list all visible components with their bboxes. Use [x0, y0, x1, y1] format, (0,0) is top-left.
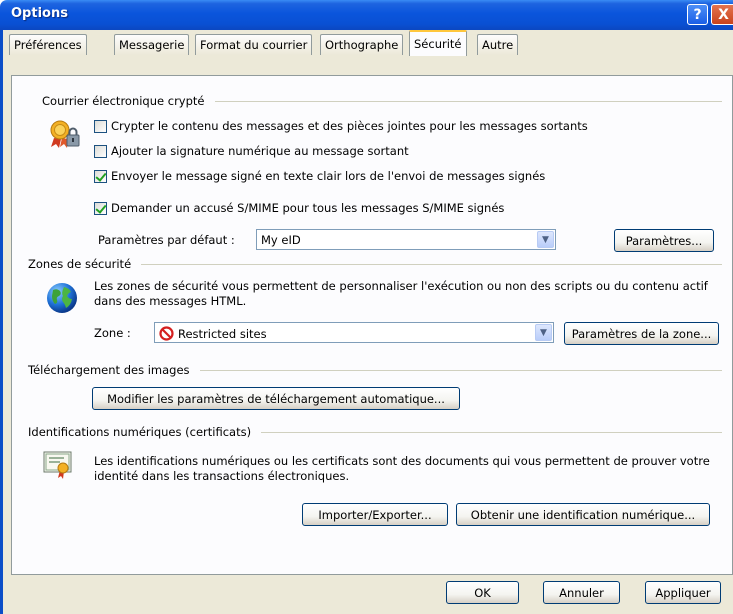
- tab-label: Messagerie: [119, 38, 185, 52]
- settings-button[interactable]: Paramètres...: [614, 229, 714, 252]
- help-icon: ?: [693, 6, 702, 23]
- zone-label: Zone :: [94, 326, 131, 340]
- encrypt-contents-option[interactable]: Crypter le contenu des messages et des p…: [94, 119, 588, 133]
- zone-settings-button[interactable]: Paramètres de la zone...: [564, 322, 719, 345]
- button-label: Obtenir une identification numérique...: [470, 507, 696, 522]
- close-icon: X: [718, 6, 729, 23]
- tab-format-courrier[interactable]: Format du courrier: [195, 34, 313, 55]
- add-signature-checkbox[interactable]: [94, 144, 107, 158]
- restricted-icon: [159, 326, 174, 341]
- cancel-button[interactable]: Annuler: [543, 581, 620, 604]
- zone-value: Restricted sites: [178, 326, 267, 341]
- default-settings-label: Paramètres par défaut :: [98, 233, 235, 247]
- close-button[interactable]: X: [711, 4, 733, 25]
- option-label: Crypter le contenu des messages et des p…: [111, 119, 588, 133]
- apply-button[interactable]: Appliquer: [645, 581, 721, 604]
- auto-download-settings-button[interactable]: Modifier les paramètres de téléchargemen…: [92, 387, 460, 410]
- tab-messagerie[interactable]: Messagerie: [114, 34, 190, 55]
- default-settings-value: My eID: [261, 233, 301, 247]
- zone-select[interactable]: Restricted sites ▼: [154, 322, 554, 343]
- button-label: Annuler: [559, 585, 604, 600]
- button-label: Appliquer: [655, 585, 711, 600]
- default-settings-select[interactable]: My eID ▼: [256, 229, 556, 250]
- certificate-icon: [43, 451, 72, 479]
- tab-preferences[interactable]: Préférences: [9, 34, 87, 55]
- chevron-down-icon[interactable]: ▼: [537, 231, 554, 248]
- encrypt-contents-checkbox[interactable]: [94, 119, 107, 133]
- button-label: Paramètres...: [625, 233, 703, 248]
- digital-ids-heading: Identifications numériques (certificats): [28, 425, 262, 439]
- chevron-down-icon[interactable]: ▼: [535, 324, 552, 341]
- smime-receipt-checkbox[interactable]: [94, 201, 107, 215]
- button-label: Modifier les paramètres de téléchargemen…: [107, 391, 445, 406]
- tab-label: Format du courrier: [200, 38, 308, 52]
- button-label: OK: [474, 585, 491, 600]
- tab-autre[interactable]: Autre: [477, 34, 519, 55]
- security-zones-description: Les zones de sécurité vous permettent de…: [94, 279, 708, 308]
- clear-text-signed-checkbox[interactable]: [94, 169, 107, 183]
- section-divider: [42, 264, 722, 265]
- add-signature-option[interactable]: Ajouter la signature numérique au messag…: [94, 144, 409, 158]
- get-digital-id-button[interactable]: Obtenir une identification numérique...: [456, 503, 710, 526]
- security-panel: Courrier électronique crypté Crypter le …: [11, 75, 733, 575]
- import-export-button[interactable]: Importer/Exporter...: [302, 503, 448, 526]
- option-label: Ajouter la signature numérique au messag…: [111, 144, 409, 158]
- tab-label: Préférences: [14, 38, 82, 52]
- title-bar[interactable]: Options ? X: [0, 0, 733, 30]
- globe-icon: [47, 283, 77, 313]
- tab-securite[interactable]: Sécurité: [409, 30, 467, 56]
- digital-ids-description: Les identifications numériques ou les ce…: [94, 454, 710, 483]
- tab-label: Sécurité: [414, 37, 462, 51]
- window-title: Options: [11, 6, 68, 21]
- options-dialog: Préférences Messagerie Format du courrie…: [0, 30, 733, 614]
- clear-text-signed-option[interactable]: Envoyer le message signé en texte clair …: [94, 169, 545, 183]
- tab-orthographe[interactable]: Orthographe: [320, 34, 404, 55]
- image-download-heading: Téléchargement des images: [28, 363, 200, 377]
- tab-label: Orthographe: [325, 38, 399, 52]
- help-button[interactable]: ?: [687, 4, 708, 25]
- zone-value-wrap: Restricted sites: [159, 326, 267, 341]
- option-label: Demander un accusé S/MIME pour tous les …: [111, 201, 505, 215]
- smime-receipt-option[interactable]: Demander un accusé S/MIME pour tous les …: [94, 201, 504, 215]
- button-label: Paramètres de la zone...: [571, 326, 712, 341]
- ok-button[interactable]: OK: [446, 581, 519, 604]
- option-label: Envoyer le message signé en texte clair …: [111, 169, 546, 183]
- security-zones-heading: Zones de sécurité: [28, 257, 142, 271]
- certificate-lock-icon: [50, 120, 80, 148]
- tab-label: Autre: [482, 38, 514, 52]
- button-label: Importer/Exporter...: [318, 507, 432, 522]
- encrypted-mail-heading: Courrier électronique crypté: [42, 94, 215, 108]
